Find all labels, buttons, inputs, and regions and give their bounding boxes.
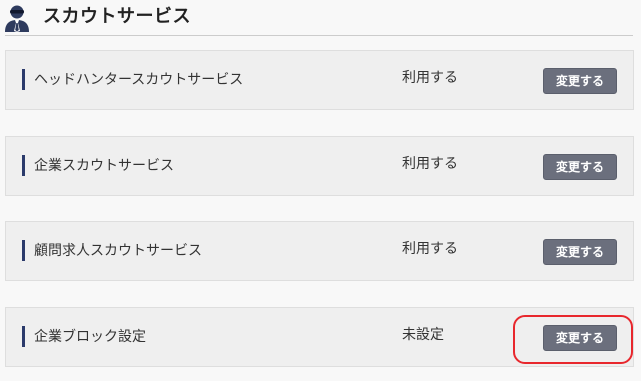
change-button-company[interactable]: 変更する [543, 154, 617, 180]
service-status: 利用する [402, 156, 458, 172]
page-title: スカウトサービス [43, 6, 191, 27]
change-button-advisor[interactable]: 変更する [543, 239, 617, 265]
change-button-company-block[interactable]: 変更する [543, 325, 617, 351]
service-label: 顧問求人スカウトサービス [34, 243, 202, 259]
service-panel-headhunter: ヘッドハンタースカウトサービス 利用する 変更する [5, 50, 634, 110]
accent-bar [22, 69, 25, 90]
page-header: スカウトサービス [0, 0, 641, 36]
service-panel-company-block: 企業ブロック設定 未設定 変更する [5, 307, 634, 367]
agent-person-icon [4, 4, 30, 32]
accent-bar [22, 240, 25, 261]
service-status: 利用する [402, 241, 458, 257]
service-label: 企業ブロック設定 [34, 329, 146, 345]
service-status: 未設定 [402, 327, 444, 343]
service-label: 企業スカウトサービス [34, 158, 174, 174]
change-button-headhunter[interactable]: 変更する [543, 68, 617, 94]
accent-bar [22, 155, 25, 176]
accent-bar [22, 326, 25, 347]
service-panel-advisor: 顧問求人スカウトサービス 利用する 変更する [5, 221, 634, 281]
service-label: ヘッドハンタースカウトサービス [34, 72, 244, 88]
service-status: 利用する [402, 70, 458, 86]
header-divider [5, 35, 633, 36]
service-panel-company: 企業スカウトサービス 利用する 変更する [5, 136, 634, 196]
